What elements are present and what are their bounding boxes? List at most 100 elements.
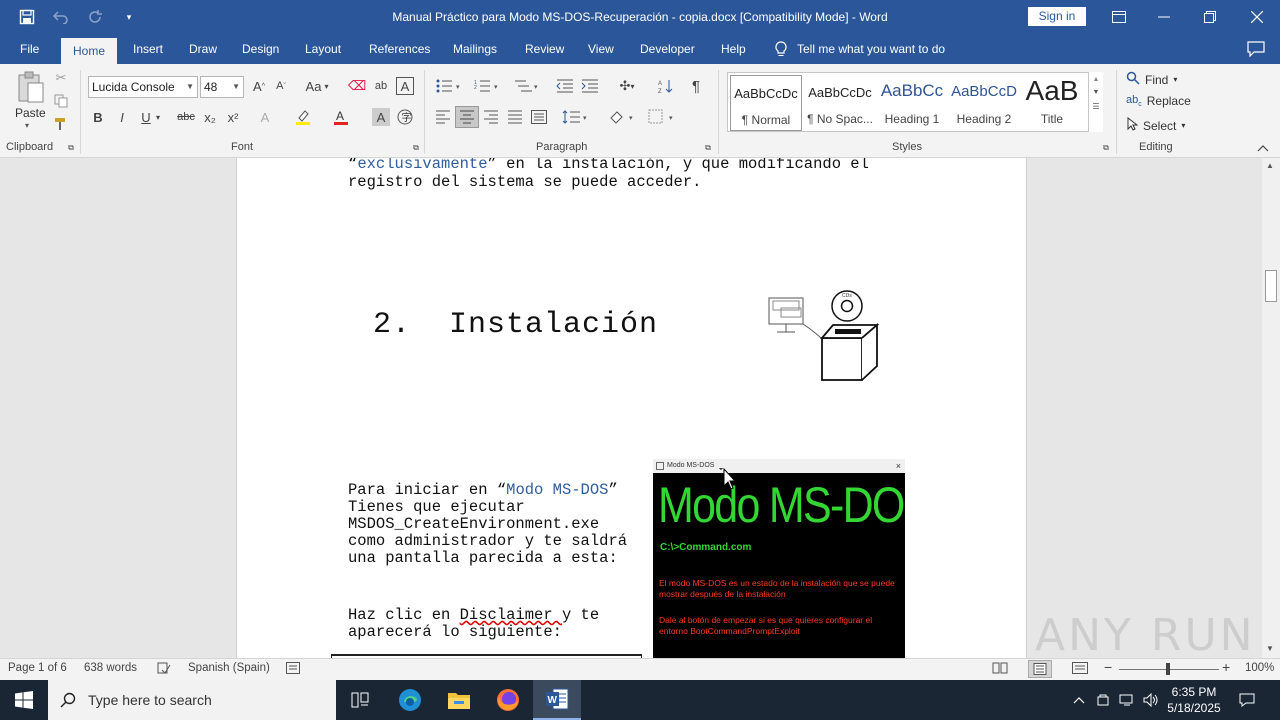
read-mode-icon[interactable] (992, 662, 1008, 677)
replace-button[interactable]: abc Replace (1126, 94, 1191, 108)
styles-scroll[interactable]: ▲ ▼ ☰ (1088, 72, 1103, 132)
word-app-icon[interactable]: W (533, 680, 581, 720)
network-icon[interactable] (1116, 680, 1138, 720)
body-text-line[interactable]: MSDOS_CreateEnvironment.exe (348, 516, 599, 533)
styles-more-icon[interactable]: ☰ (1089, 102, 1103, 111)
taskbar-search-box[interactable]: Type here to search (48, 680, 336, 720)
clock[interactable]: 6:35 PM 5/18/2025 (1164, 680, 1224, 720)
show-hidden-icons[interactable] (1068, 680, 1090, 720)
comments-icon[interactable] (1247, 41, 1265, 60)
body-text-line[interactable]: “exclusivamente” en la instalación, y qu… (348, 158, 869, 173)
select-dropdown-icon[interactable]: ▾ (1181, 121, 1185, 130)
task-view-icon[interactable] (336, 680, 384, 720)
align-right-icon[interactable] (481, 108, 501, 126)
styles-down-icon[interactable]: ▼ (1089, 89, 1103, 96)
tab-review[interactable]: Review (525, 34, 564, 64)
tab-home[interactable]: Home (61, 38, 118, 64)
body-text-line[interactable]: Haz clic en Disclaimer y te (348, 607, 599, 624)
find-dropdown-icon[interactable]: ▾ (1173, 75, 1177, 84)
macro-recording-icon[interactable] (286, 662, 300, 677)
format-painter-icon[interactable] (52, 115, 70, 133)
line-spacing-icon[interactable]: ▾ (560, 108, 592, 126)
scroll-thumb[interactable] (1265, 270, 1277, 302)
multilevel-list-icon[interactable]: ▾ (512, 77, 542, 95)
body-text-line[interactable]: una pantalla parecida a esta: (348, 550, 618, 567)
minimize-icon[interactable] (1141, 0, 1187, 34)
character-shading-icon[interactable]: A (372, 108, 390, 126)
tab-developer[interactable]: Developer (640, 34, 695, 64)
collapse-ribbon-icon[interactable] (1256, 142, 1270, 154)
shading-icon[interactable]: ▾ (606, 108, 638, 126)
select-button[interactable]: Select ▾ (1126, 116, 1185, 134)
clipboard-launcher-icon[interactable]: ⧉ (66, 143, 76, 153)
font-launcher-icon[interactable]: ⧉ (411, 143, 421, 153)
style-no-spacing[interactable]: AaBbCcDc ¶ No Spac... (804, 75, 876, 131)
paste-button[interactable]: Paste (15, 106, 46, 120)
styles-up-icon[interactable]: ▲ (1089, 76, 1103, 83)
style-title[interactable]: AaB Title (1016, 75, 1088, 131)
web-layout-icon[interactable] (1072, 662, 1088, 677)
msdos-window-screenshot[interactable]: Modo MS-DOS × Modo MS-DOS C:\>Command.co… (653, 459, 905, 658)
body-text-line[interactable]: Tienes que ejecutar (348, 499, 525, 516)
copy-icon[interactable] (52, 92, 70, 110)
styles-launcher-icon[interactable]: ⧉ (1101, 143, 1111, 153)
body-text-line[interactable]: aparecerá lo siguiente: (348, 624, 562, 641)
zoom-slider-thumb[interactable] (1166, 663, 1170, 675)
tab-mailings[interactable]: Mailings (453, 34, 497, 64)
body-text-line[interactable]: como administrador y te saldrá (348, 533, 627, 550)
firefox-icon[interactable] (484, 680, 532, 720)
notifications-icon[interactable] (1236, 680, 1258, 720)
vertical-scrollbar[interactable]: ▲ ▼ (1262, 158, 1280, 658)
underline-dropdown-icon[interactable]: ▾ (153, 108, 163, 126)
paragraph-launcher-icon[interactable]: ⧉ (703, 143, 713, 153)
italic-button[interactable]: I (113, 108, 131, 126)
style-heading-2[interactable]: AaBbCcD Heading 2 (948, 75, 1020, 131)
tab-layout[interactable]: Layout (305, 34, 341, 64)
paste-dropdown-icon[interactable]: ▾ (25, 121, 29, 130)
font-name-combo[interactable]: Lucida Console ▼ (88, 76, 198, 98)
body-text-line[interactable]: Para iniciar en “Modo MS-DOS” (348, 482, 618, 499)
tab-help[interactable]: Help (721, 34, 746, 64)
security-icon[interactable] (1092, 680, 1114, 720)
tab-references[interactable]: References (369, 34, 430, 64)
text-effects-icon[interactable]: A (256, 108, 274, 126)
bold-button[interactable]: B (89, 108, 107, 126)
print-layout-icon[interactable] (1028, 660, 1052, 678)
style-heading-1[interactable]: AaBbCc Heading 1 (876, 75, 948, 131)
section-heading[interactable]: 2. Instalación (373, 308, 658, 342)
tab-view[interactable]: View (588, 34, 614, 64)
numbering-icon[interactable]: 1 2 ▾ (472, 77, 502, 95)
word-count[interactable]: 638 words (84, 662, 137, 674)
zoom-out-icon[interactable]: − (1104, 659, 1112, 675)
decrease-indent-icon[interactable] (555, 77, 575, 95)
zoom-level[interactable]: 100% (1245, 662, 1274, 674)
align-left-icon[interactable] (433, 108, 453, 126)
increase-indent-icon[interactable] (580, 77, 600, 95)
file-explorer-icon[interactable] (435, 680, 483, 720)
document-page[interactable]: “exclusivamente” en la instalación, y qu… (236, 158, 1027, 658)
font-color-icon[interactable]: A (332, 108, 350, 126)
strikethrough-button[interactable]: abc (175, 108, 197, 126)
scroll-down-icon[interactable]: ▼ (1266, 644, 1274, 653)
restore-icon[interactable] (1187, 0, 1233, 34)
tab-insert[interactable]: Insert (133, 34, 163, 64)
body-text-line[interactable]: registro del sistema se puede acceder. (348, 174, 701, 191)
asian-layout-icon[interactable]: ✣ ▾ (612, 77, 642, 95)
highlight-icon[interactable] (294, 108, 312, 126)
tab-design[interactable]: Design (242, 34, 279, 64)
find-button[interactable]: Find ▾ (1126, 71, 1177, 88)
bullets-icon[interactable]: ▾ (434, 77, 464, 95)
style-normal[interactable]: AaBbCcDc ¶ Normal (730, 75, 802, 131)
edge-browser-icon[interactable] (386, 680, 434, 720)
close-icon[interactable] (1234, 0, 1280, 34)
character-border-icon[interactable]: A (396, 77, 414, 95)
cut-icon[interactable]: ✂ (52, 69, 70, 87)
proofing-icon[interactable] (157, 662, 171, 677)
clear-formatting-icon[interactable]: ⌫ (348, 77, 366, 95)
show-formatting-marks-icon[interactable]: ¶ (687, 77, 705, 95)
grow-font-icon[interactable]: A ^ (250, 77, 268, 95)
borders-icon[interactable]: ▾ (646, 108, 678, 126)
sign-in-button[interactable]: Sign in (1028, 7, 1086, 26)
sort-icon[interactable]: AZ (656, 77, 676, 95)
enclose-characters-icon[interactable]: 字 (396, 108, 414, 126)
